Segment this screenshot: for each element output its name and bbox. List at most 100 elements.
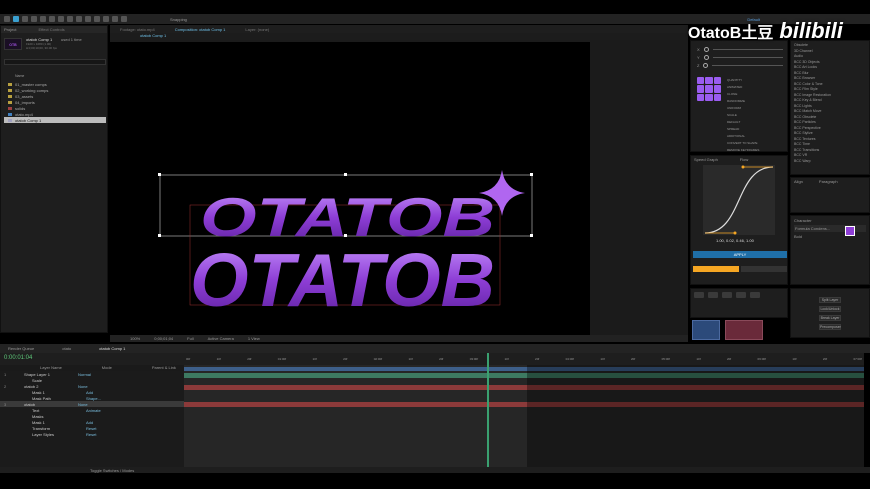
layer-mode[interactable]: Add [86, 390, 93, 395]
layer-mode[interactable]: None [78, 384, 88, 389]
red-button[interactable] [725, 320, 763, 340]
toggle-modes[interactable]: Toggle Switches / Modes [90, 468, 134, 473]
puppet-tool-icon[interactable] [121, 16, 127, 22]
layer-name[interactable]: Masks [32, 414, 86, 419]
views-select[interactable]: 1 View [248, 336, 260, 341]
project-item[interactable]: otatob Comp 1 [4, 117, 106, 123]
layer-mode[interactable]: Reset [86, 426, 96, 431]
effect-label[interactable]: RANDOMIZE [727, 98, 785, 105]
effect-label[interactable]: CLONE [727, 91, 785, 98]
tab-otato[interactable]: otato [62, 346, 71, 351]
tab-render-queue[interactable]: Render Queue [8, 346, 34, 351]
layer-row[interactable]: Layer Styles Reset [0, 431, 184, 437]
ease-in-icon[interactable] [708, 292, 718, 298]
effect-label[interactable]: ANIMATED [727, 84, 785, 91]
layer-mode[interactable]: Animate [86, 408, 101, 413]
layer-name[interactable]: Transform [32, 426, 86, 431]
tab-footage[interactable]: Footage: otato.mp4 [120, 27, 155, 32]
layer-tool-button[interactable]: Split Layer [819, 297, 841, 303]
effect-label[interactable]: SPREAD [727, 126, 785, 133]
brush-tool-icon[interactable] [94, 16, 100, 22]
rotate-tool-icon[interactable] [40, 16, 46, 22]
layer-tool-button[interactable]: Precomposer [819, 324, 841, 330]
hand-tool-icon[interactable] [22, 16, 28, 22]
rectangle-tool-icon[interactable] [67, 16, 73, 22]
tab-effect-controls[interactable]: Effect Controls [38, 27, 64, 32]
layer-tool-button[interactable]: Lock/Unlock [819, 306, 841, 312]
selection-tool-icon[interactable] [13, 16, 19, 22]
preset-bar-2[interactable] [741, 266, 787, 272]
fx-category-item[interactable]: BCC Warp [791, 159, 869, 165]
effect-label[interactable]: ADDITIONAL [727, 133, 785, 140]
layer-name[interactable]: Layer Styles [32, 432, 86, 437]
graph-mode[interactable]: Flow [740, 157, 748, 162]
align-title[interactable]: Align [794, 179, 803, 184]
timeline-current-time[interactable]: 0:00:01:04 [4, 355, 32, 361]
slider-track[interactable] [712, 64, 783, 66]
layer-name[interactable]: Scale [32, 378, 86, 383]
layer-tool-button[interactable]: Break Layer [819, 315, 841, 321]
zoom-tool-icon[interactable] [31, 16, 37, 22]
effect-label[interactable]: CONVERT TO SHAPE [727, 140, 785, 147]
slider-knob[interactable] [703, 46, 709, 52]
layer-mode[interactable]: None [78, 402, 88, 407]
ease-inout-icon[interactable] [736, 292, 746, 298]
slider-knob[interactable] [703, 62, 709, 68]
preset-bar[interactable] [693, 266, 739, 272]
effect-label[interactable]: QUANTITY [727, 77, 785, 84]
viewer-time[interactable]: 0;00;01;04 [154, 336, 173, 341]
layer-mode[interactable]: Reset [86, 432, 96, 437]
paragraph-tab[interactable]: Paragraph [819, 179, 838, 184]
pen-tool-icon[interactable] [76, 16, 82, 22]
layer-mode[interactable]: Add [86, 420, 93, 425]
ease-linear-icon[interactable] [694, 292, 704, 298]
grid-icon[interactable] [697, 77, 721, 101]
axis-slider[interactable]: Y [697, 53, 783, 61]
slider-knob[interactable] [703, 54, 709, 60]
slider-track[interactable] [712, 56, 783, 58]
ease-out-icon[interactable] [722, 292, 732, 298]
layer-name[interactable]: Mask 1 [32, 420, 86, 425]
apply-button[interactable]: APPLY [693, 251, 787, 258]
axis-slider[interactable]: X [697, 45, 783, 53]
viewer-breadcrumb[interactable]: otatob Comp 1 [140, 33, 166, 38]
snapping-label[interactable]: Snapping [170, 17, 187, 22]
slider-track[interactable] [712, 48, 783, 50]
fill-color-swatch[interactable] [845, 226, 855, 236]
type-tool-icon[interactable] [85, 16, 91, 22]
layer-mode[interactable]: Normal [78, 372, 91, 377]
effect-label[interactable]: UNIFORM [727, 105, 785, 112]
speed-curve[interactable] [703, 165, 775, 235]
layer-name[interactable]: Shape Layer 1 [24, 372, 78, 377]
resolution[interactable]: Full [187, 336, 193, 341]
playhead[interactable] [487, 353, 489, 467]
font-style[interactable]: Bold [794, 234, 866, 239]
tab-timeline-comp[interactable]: otatob Comp 1 [99, 346, 125, 351]
layer-name[interactable]: Mask Path [32, 396, 86, 401]
layer-name[interactable]: Mask 1 [32, 390, 86, 395]
home-icon[interactable] [4, 16, 10, 22]
project-search-input[interactable] [4, 59, 106, 65]
tab-composition[interactable]: Composition: otatob Comp 1 [175, 27, 226, 32]
blue-button[interactable] [692, 320, 720, 340]
effect-label[interactable]: SCALE [727, 112, 785, 119]
layer-mode[interactable]: Shape... [86, 396, 101, 401]
axis-slider[interactable]: Z [697, 61, 783, 69]
tab-layer[interactable]: Layer: (none) [245, 27, 269, 32]
layer-name[interactable]: Text [32, 408, 86, 413]
eraser-tool-icon[interactable] [112, 16, 118, 22]
project-col-name[interactable]: Name [15, 74, 24, 78]
timeline-ruler[interactable]: 00f 10f 20f 01:00f 10f 20f 02:00f 10f 20f 03:00f 1… [184, 353, 864, 365]
composition-viewer[interactable]: OTATOB OTATOB [110, 40, 688, 335]
timeline-tracks[interactable] [184, 353, 864, 467]
layer-name[interactable]: otatob 2 [24, 384, 78, 389]
effect-label[interactable]: REMOVE KEYFRAMES [727, 147, 785, 154]
ease-step-icon[interactable] [750, 292, 760, 298]
zoom-level[interactable]: 100% [130, 336, 140, 341]
clone-tool-icon[interactable] [103, 16, 109, 22]
camera-select[interactable]: Active Camera [208, 336, 234, 341]
layer-name[interactable]: otatob [24, 402, 78, 407]
font-select[interactable]: Formula Condens... [794, 225, 866, 232]
effect-label[interactable]: DEFAULT [727, 119, 785, 126]
camera-tool-icon[interactable] [49, 16, 55, 22]
